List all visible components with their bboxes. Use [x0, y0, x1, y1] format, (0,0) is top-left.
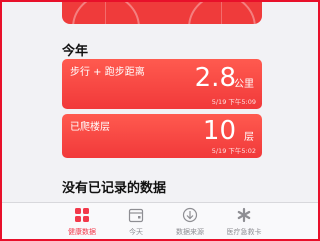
tab-health-data[interactable]: 健康数据 [52, 203, 112, 239]
card-value: 2.8 [194, 63, 236, 93]
tab-sources[interactable]: 数据来源 [160, 203, 220, 239]
tab-bar: 健康数据 今天 数据来源 医疗急救卡 [2, 202, 318, 239]
card-unit: 公里 [234, 79, 254, 90]
activity-wheel-graphic [188, 2, 256, 24]
section-title-no-data: 没有已记录的数据 [62, 181, 167, 196]
card-unit: 层 [244, 132, 254, 143]
tab-label: 医疗急救卡 [226, 228, 262, 236]
activity-wheel-graphic [72, 2, 140, 24]
card-value: 10 [202, 116, 236, 146]
activity-hero-card[interactable] [62, 2, 262, 24]
calendar-icon [128, 208, 144, 223]
flights-climbed-card[interactable]: 已爬楼层 10 层 5/19 下午5:02 [62, 114, 262, 158]
card-label: 步行 + 跑步距离 [70, 67, 145, 78]
tab-label: 今天 [129, 228, 143, 236]
grid-icon [75, 208, 89, 222]
download-icon [182, 207, 198, 223]
walking-running-distance-card[interactable]: 步行 + 跑步距离 2.8 公里 5/19 下午5:09 [62, 59, 262, 109]
card-label: 已爬楼层 [70, 122, 110, 133]
tab-medical-id[interactable]: 医疗急救卡 [214, 203, 274, 239]
asterisk-icon [237, 207, 251, 223]
tab-label: 数据来源 [176, 228, 204, 236]
card-timestamp: 5/19 下午5:09 [211, 98, 256, 106]
tab-label: 健康数据 [68, 228, 96, 236]
section-title-this-year: 今年 [62, 44, 89, 59]
card-timestamp: 5/19 下午5:02 [211, 147, 256, 155]
screen-frame: 今年 步行 + 跑步距离 2.8 公里 5/19 下午5:09 已爬楼层 10 … [0, 0, 320, 241]
tab-today[interactable]: 今天 [106, 203, 166, 239]
